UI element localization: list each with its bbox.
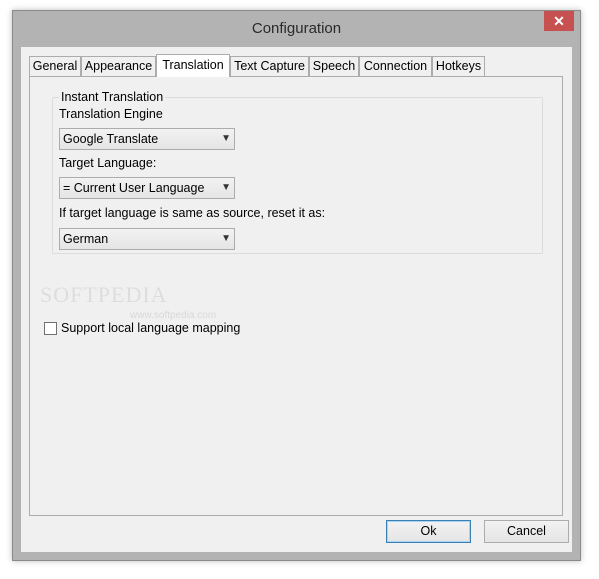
instant-translation-group-title: Instant Translation [59,90,166,104]
chevron-down-icon: ▼ [221,182,231,193]
tab-text-capture[interactable]: Text Capture [230,56,309,76]
tab-connection[interactable]: Connection [359,56,432,76]
watermark-logo: SOFTPEDIA [40,282,168,307]
tab-translation[interactable]: Translation [156,54,230,77]
fallback-language-value: German [63,232,109,246]
target-language-value: = Current User Language [63,181,205,195]
tab-appearance[interactable]: Appearance [81,56,156,76]
tab-strip: General Appearance Translation Text Capt… [29,54,569,77]
title-bar[interactable]: Configuration ✕ [13,11,580,47]
watermark-url: www.softpedia.com [130,310,217,321]
fallback-language-label: If target language is same as source, re… [59,206,326,220]
ok-button[interactable]: Ok [386,520,471,543]
translation-engine-label: Translation Engine [59,107,163,121]
target-language-label: Target Language: [59,156,157,170]
translation-engine-value: Google Translate [63,132,159,146]
translation-engine-select[interactable]: Google Translate ▼ [59,128,235,150]
chevron-down-icon: ▼ [221,133,231,144]
tab-hotkeys[interactable]: Hotkeys [432,56,485,76]
translation-tab-panel: Instant Translation Translation Engine G… [29,76,563,516]
target-language-select[interactable]: = Current User Language ▼ [59,177,235,199]
tab-general[interactable]: General [29,56,81,76]
close-button[interactable]: ✕ [544,11,574,31]
configuration-window: Configuration ✕ General Appearance Trans… [12,10,581,561]
fallback-language-select[interactable]: German ▼ [59,228,235,250]
cancel-button[interactable]: Cancel [484,520,569,543]
tab-speech[interactable]: Speech [309,56,359,76]
window-title: Configuration [251,20,342,37]
instant-translation-group: Instant Translation Translation Engine G… [52,90,543,254]
dialog-client-area: General Appearance Translation Text Capt… [21,47,572,552]
local-mapping-checkbox[interactable] [44,322,57,335]
local-mapping-label: Support local language mapping [61,321,241,335]
chevron-down-icon: ▼ [221,233,231,244]
